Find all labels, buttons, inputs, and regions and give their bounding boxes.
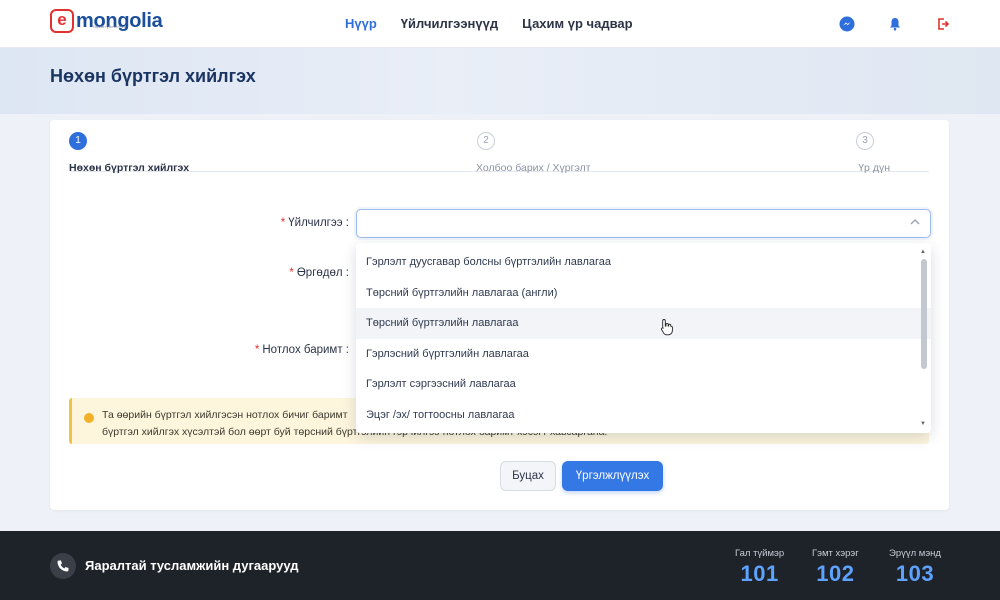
logout-icon[interactable] [930, 11, 956, 37]
scrollbar-thumb[interactable] [921, 259, 927, 369]
footer: Яаралтай тусламжийн дугаарууд Гал түймэр… [0, 531, 1000, 600]
dropdown-option[interactable]: Гэрлэсний бүртгэлийн лавлагаа [356, 339, 931, 370]
back-button[interactable]: Буцах [500, 461, 556, 491]
logo-subtitle: Төрийн үйлчилгээ [92, 24, 126, 29]
hotline-police[interactable]: Гэмт хэрэг 102 [812, 548, 859, 587]
hotline-number: 102 [816, 561, 855, 586]
bell-icon[interactable] [882, 11, 908, 37]
step-2: 2 Холбоо барих / Хүргэлт [476, 132, 591, 174]
hotline-health[interactable]: Эрүүл мэнд 103 [889, 548, 941, 587]
step-3-circle: 3 [856, 132, 874, 150]
emergency-numbers-title: Яаралтай тусламжийн дугаарууд [85, 558, 299, 573]
hotline-number: 103 [895, 561, 935, 586]
phone-icon [50, 553, 76, 579]
messenger-icon[interactable] [834, 11, 860, 37]
service-select[interactable] [356, 209, 931, 238]
hotline-label: Гал түймэр [735, 548, 785, 559]
service-label: * Үйлчилгээ : [280, 217, 349, 229]
step-2-label: Холбоо барих / Хүргэлт [476, 162, 591, 174]
dropdown-option[interactable]: Гэрлэлт сэргээсний лавлагаа [356, 369, 931, 400]
hotline-label: Гэмт хэрэг [812, 548, 859, 559]
nav-home[interactable]: Нүүр [345, 16, 377, 31]
dropdown-option-hovered[interactable]: Төрсний бүртгэлийн лавлагаа [356, 308, 931, 339]
applicant-label: * Өргөдөл : [289, 267, 349, 279]
warning-icon [84, 413, 94, 423]
step-1-label: Нөхөн бүртгэл хийлгэх [69, 162, 190, 174]
scroll-up-icon[interactable]: ▲ [920, 249, 926, 255]
page-title: Нөхөн бүртгэл хийлгэх [50, 66, 256, 86]
step-2-circle: 2 [477, 132, 495, 150]
top-icons [834, 11, 956, 37]
logo-mark: e [50, 9, 74, 33]
step-1: 1 Нөхөн бүртгэл хийлгэх [69, 132, 189, 174]
hand-cursor-icon [660, 318, 674, 341]
hotline-fire[interactable]: Гал түймэр 101 [735, 548, 784, 587]
chevron-up-icon [910, 218, 920, 229]
dropdown-option[interactable]: Гэрлэлт дуусгавар болсны бүртгэлийн лавл… [356, 247, 931, 278]
dropdown-option[interactable]: Төрсний бүртгэлийн лавлагаа (англи) [356, 278, 931, 309]
nav-digital-skills[interactable]: Цахим үр чадвар [522, 16, 632, 31]
continue-button[interactable]: Үргэлжлүүлэх [562, 461, 663, 491]
scroll-down-icon[interactable]: ▼ [920, 421, 926, 427]
dropdown-scrollbar[interactable]: ▲ ▼ [920, 247, 929, 429]
nav-services[interactable]: Үйлчилгээнүүд [401, 16, 498, 31]
logo-text: mongolia [76, 9, 163, 32]
service-dropdown-list: Гэрлэлт дуусгавар болсны бүртгэлийн лавл… [356, 243, 931, 433]
step-3: 3 Үр дүн [856, 132, 900, 174]
step-3-label: Үр дүн [858, 162, 890, 174]
emongolia-logo[interactable]: e mongolia [50, 9, 163, 33]
main-nav: Нүүр Үйлчилгээнүүд Цахим үр чадвар [345, 16, 633, 31]
hotline-number: 101 [740, 561, 779, 586]
top-navigation-bar: e mongolia Төрийн үйлчилгээ Нүүр Үйлчилг… [0, 0, 1000, 48]
proof-label: * Нотлох баримт : [254, 344, 349, 356]
hotline-label: Эрүүл мэнд [889, 548, 941, 559]
dropdown-option[interactable]: Эцэг /эх/ тогтоосны лавлагаа [356, 400, 931, 431]
step-1-circle: 1 [69, 132, 87, 150]
